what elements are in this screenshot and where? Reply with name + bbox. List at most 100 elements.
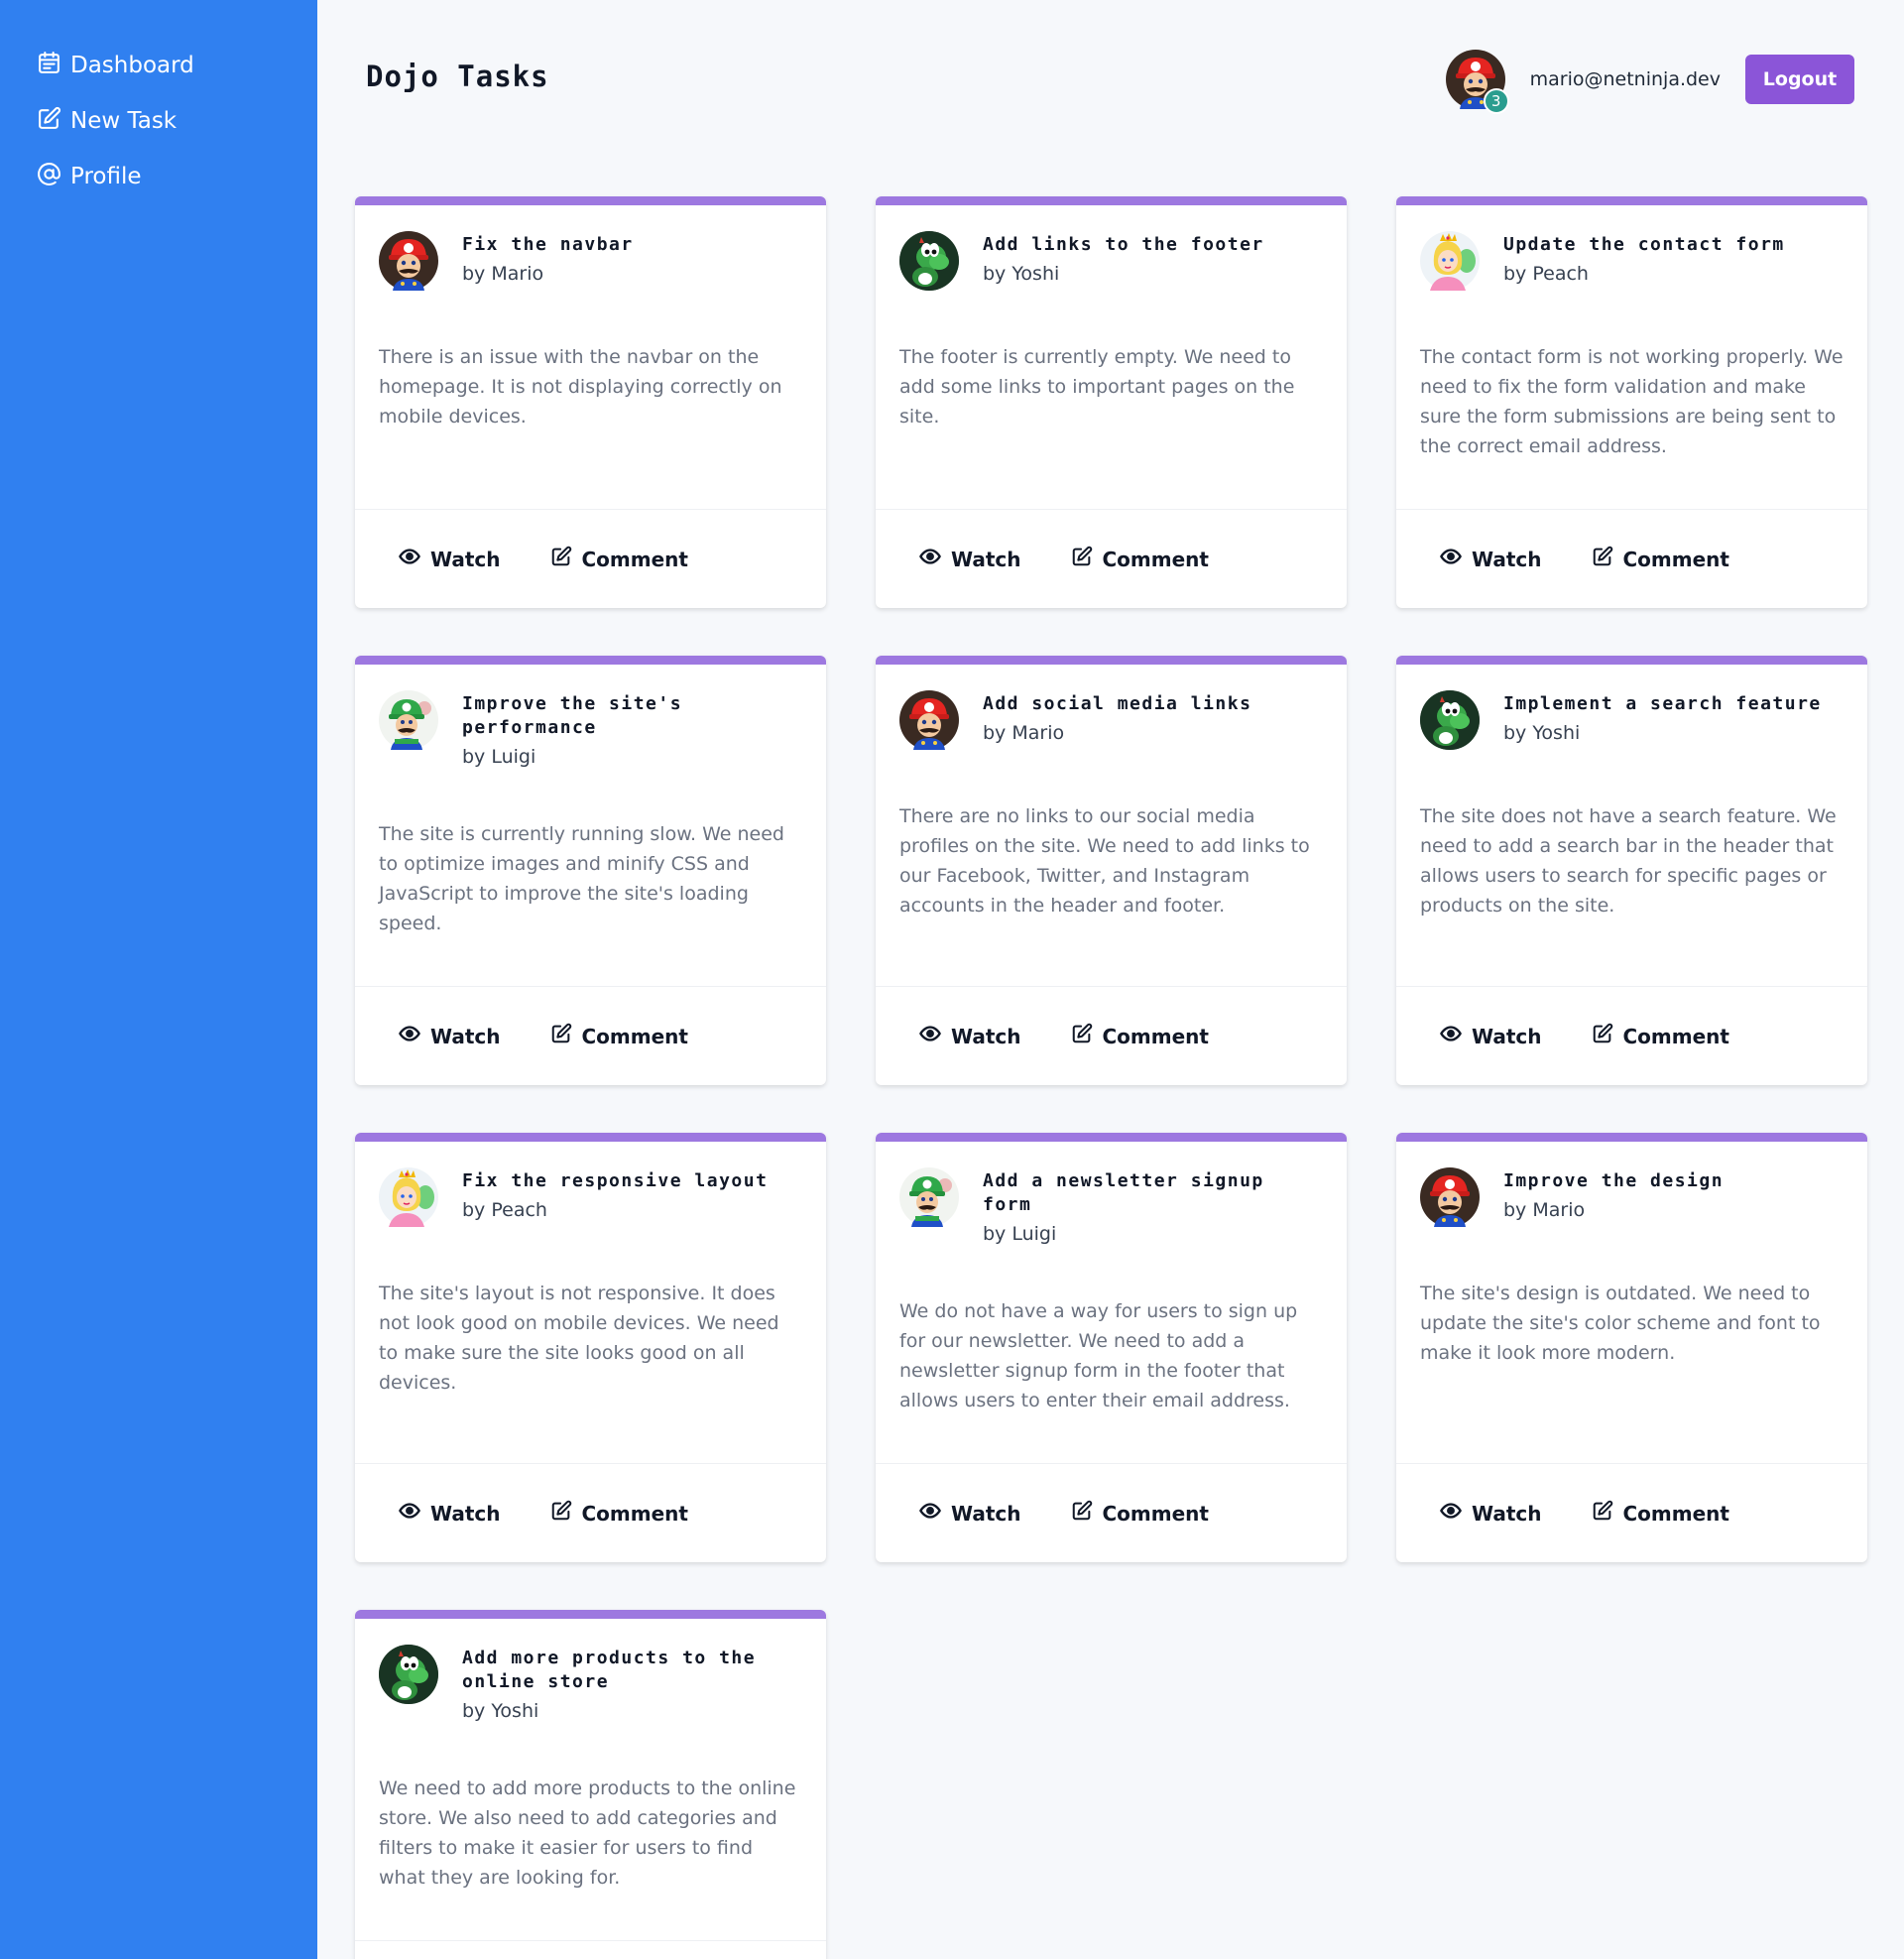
watch-button[interactable]: Watch xyxy=(399,1023,501,1049)
watch-button[interactable]: Watch xyxy=(399,546,501,572)
at-icon xyxy=(37,162,70,192)
sidebar-item-profile[interactable]: Profile xyxy=(0,149,317,204)
task-description: The site's design is outdated. We need t… xyxy=(1420,1283,1821,1364)
task-description: There are no links to our social media p… xyxy=(899,805,1310,917)
card-actions: Watch Comment xyxy=(876,509,1347,608)
task-author: by Peach xyxy=(1503,263,1589,285)
task-card: Update the contact form by Peach The con… xyxy=(1396,196,1867,608)
sidebar-item-label: New Task xyxy=(70,108,178,134)
task-description: We need to add more products to the onli… xyxy=(379,1777,796,1889)
card-header: Improve the site's performance by Luigi xyxy=(379,690,802,768)
task-author: by Luigi xyxy=(983,1223,1057,1245)
watch-label: Watch xyxy=(430,1024,501,1048)
watch-label: Watch xyxy=(430,547,501,571)
watch-button[interactable]: Watch xyxy=(1440,546,1542,572)
task-card: Fix the navbar by Mario There is an issu… xyxy=(355,196,826,608)
task-title: Fix the responsive layout xyxy=(462,1170,769,1191)
task-card: Fix the responsive layout by Peach The s… xyxy=(355,1133,826,1562)
sidebar-item-dashboard[interactable]: Dashboard xyxy=(0,38,317,93)
card-heading: Update the contact form by Peach xyxy=(1503,231,1785,285)
comment-label: Comment xyxy=(581,1024,688,1048)
task-title: Implement a search feature xyxy=(1503,693,1822,714)
card-heading: Add more products to the online store by… xyxy=(462,1645,802,1722)
task-author: by Peach xyxy=(462,1199,547,1221)
watch-label: Watch xyxy=(1472,1024,1542,1048)
task-description: There is an issue with the navbar on the… xyxy=(379,346,782,428)
card-heading: Improve the site's performance by Luigi xyxy=(462,690,802,768)
notification-badge: 3 xyxy=(1483,88,1509,114)
watch-label: Watch xyxy=(1472,547,1542,571)
card-heading: Fix the navbar by Mario xyxy=(462,231,634,285)
task-title: Update the contact form xyxy=(1503,234,1785,255)
avatar xyxy=(899,690,959,750)
task-title: Improve the design xyxy=(1503,1170,1725,1191)
comment-label: Comment xyxy=(581,547,688,571)
watch-button[interactable]: Watch xyxy=(1440,1023,1542,1049)
eye-icon xyxy=(399,1023,430,1049)
avatar xyxy=(1420,690,1480,750)
task-title: Improve the site's performance xyxy=(462,693,683,738)
comment-button[interactable]: Comment xyxy=(550,546,688,572)
comment-label: Comment xyxy=(1102,547,1209,571)
card-body: Fix the responsive layout by Peach The s… xyxy=(355,1142,826,1463)
task-description: The contact form is not working properly… xyxy=(1420,346,1844,457)
card-heading: Implement a search feature by Yoshi xyxy=(1503,690,1822,744)
watch-button[interactable]: Watch xyxy=(1440,1500,1542,1527)
edit-icon xyxy=(37,106,70,137)
card-header: Add social media links by Mario xyxy=(899,690,1323,750)
watch-label: Watch xyxy=(951,547,1021,571)
card-actions: Watch Comment xyxy=(876,1463,1347,1562)
sidebar-item-new-task[interactable]: New Task xyxy=(0,93,317,149)
avatar xyxy=(899,1167,959,1227)
card-header: Implement a search feature by Yoshi xyxy=(1420,690,1844,750)
comment-button[interactable]: Comment xyxy=(550,1023,688,1049)
comment-button[interactable]: Comment xyxy=(1592,1023,1729,1049)
watch-label: Watch xyxy=(1472,1501,1542,1526)
card-header: Add more products to the online store by… xyxy=(379,1645,802,1722)
watch-button[interactable]: Watch xyxy=(399,1500,501,1527)
page-title: Dojo Tasks xyxy=(366,60,549,93)
task-card: Improve the design by Mario The site's d… xyxy=(1396,1133,1867,1562)
task-author: by Mario xyxy=(983,722,1065,744)
task-author: by Mario xyxy=(462,263,544,285)
card-header: Add links to the footer by Yoshi xyxy=(899,231,1323,291)
comment-button[interactable]: Comment xyxy=(1592,1500,1729,1527)
watch-button[interactable]: Watch xyxy=(919,546,1021,572)
task-description: The site does not have a search feature.… xyxy=(1420,805,1837,917)
comment-button[interactable]: Comment xyxy=(1071,546,1209,572)
card-header: Improve the design by Mario xyxy=(1420,1167,1844,1227)
watch-button[interactable]: Watch xyxy=(919,1023,1021,1049)
card-header: Add a newsletter signup form by Luigi xyxy=(899,1167,1323,1245)
task-card: Add links to the footer by Yoshi The foo… xyxy=(876,196,1347,608)
task-card: Add a newsletter signup form by Luigi We… xyxy=(876,1133,1347,1562)
comment-label: Comment xyxy=(1622,1024,1729,1048)
eye-icon xyxy=(399,1500,430,1527)
watch-button[interactable]: Watch xyxy=(919,1500,1021,1527)
comment-button[interactable]: Comment xyxy=(1592,546,1729,572)
task-card: Implement a search feature by Yoshi The … xyxy=(1396,656,1867,1085)
eye-icon xyxy=(919,546,951,572)
task-author: by Luigi xyxy=(462,746,536,768)
comment-label: Comment xyxy=(581,1501,688,1526)
task-card: Add more products to the online store by… xyxy=(355,1610,826,1959)
card-heading: Add links to the footer by Yoshi xyxy=(983,231,1264,285)
comment-button[interactable]: Comment xyxy=(550,1500,688,1527)
card-actions: Watch Comment xyxy=(1396,1463,1867,1562)
sidebar: Dashboard New Task Profile xyxy=(0,0,317,1959)
edit-icon xyxy=(550,1023,582,1049)
card-body: Update the contact form by Peach The con… xyxy=(1396,205,1867,509)
task-description: We do not have a way for users to sign u… xyxy=(899,1300,1298,1411)
card-actions: Watch Comment xyxy=(876,986,1347,1085)
card-actions: Watch Comment xyxy=(1396,986,1867,1085)
avatar[interactable]: 3 xyxy=(1445,50,1509,114)
comment-button[interactable]: Comment xyxy=(1071,1500,1209,1527)
comment-label: Comment xyxy=(1622,1501,1729,1526)
edit-icon xyxy=(1071,1500,1103,1527)
card-heading: Add social media links by Mario xyxy=(983,690,1251,744)
logout-button[interactable]: Logout xyxy=(1745,55,1854,104)
comment-button[interactable]: Comment xyxy=(1071,1023,1209,1049)
user-email: mario@netninja.dev xyxy=(1529,68,1721,90)
sidebar-item-label: Profile xyxy=(70,164,142,189)
card-header: Fix the responsive layout by Peach xyxy=(379,1167,802,1227)
eye-icon xyxy=(399,546,430,572)
